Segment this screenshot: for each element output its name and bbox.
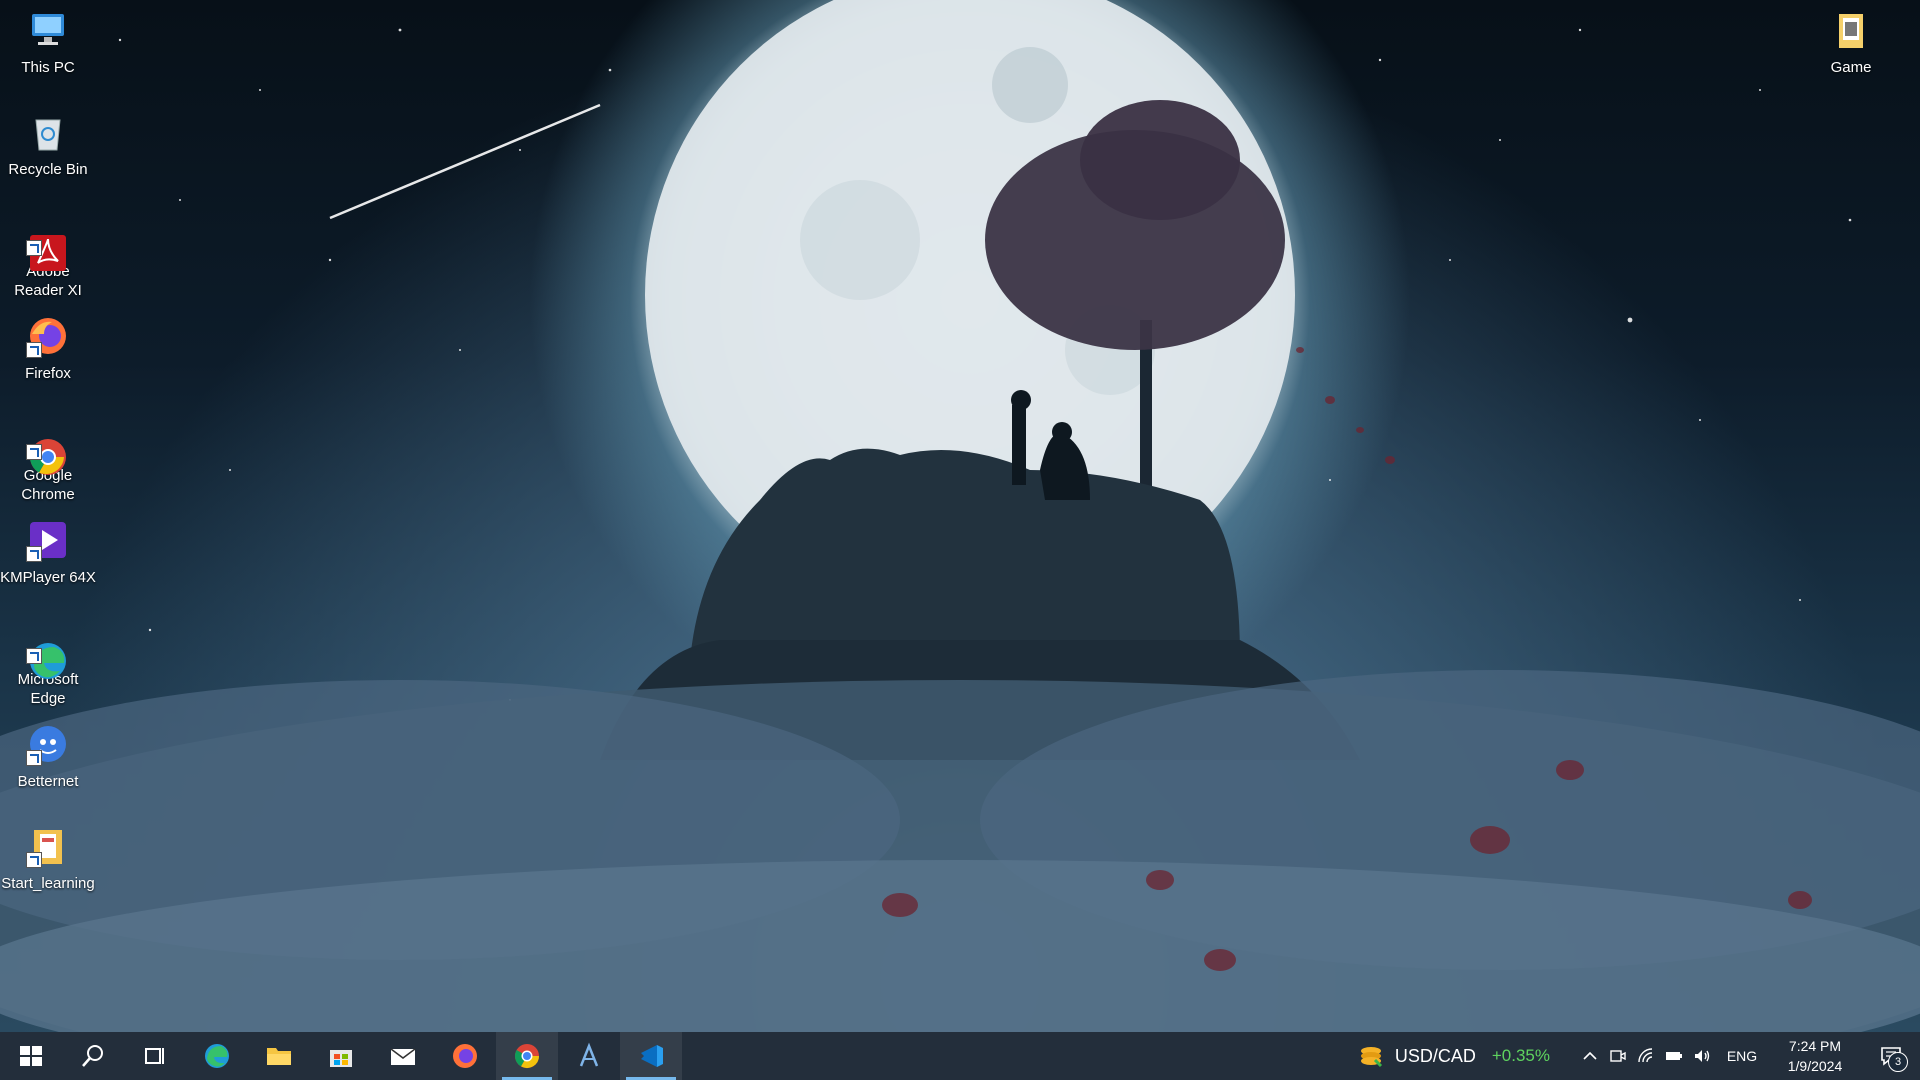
store-icon bbox=[330, 1050, 352, 1067]
desktop-icon-kmplayer[interactable]: KMPlayer 64X bbox=[0, 518, 96, 587]
taskbar-vscode[interactable] bbox=[620, 1032, 682, 1080]
mail-icon bbox=[390, 1048, 416, 1065]
clock-time: 7:24 PM bbox=[1788, 1038, 1842, 1054]
desktop-icon-google-chrome[interactable]: Google Chrome bbox=[0, 416, 96, 504]
firefox-icon bbox=[26, 314, 70, 358]
currency-widget[interactable]: USD/CAD +0.35% bbox=[1357, 1042, 1550, 1070]
task-view-icon bbox=[145, 1048, 164, 1064]
game-folder-icon bbox=[1829, 8, 1873, 52]
camera-icon bbox=[1610, 1050, 1626, 1062]
start-button[interactable] bbox=[0, 1032, 62, 1080]
computer-icon bbox=[26, 8, 70, 52]
firefox-icon bbox=[453, 1044, 477, 1068]
search-icon bbox=[82, 1045, 103, 1067]
recycle-bin-icon bbox=[26, 110, 70, 154]
icon-label: KMPlayer 64X bbox=[0, 569, 96, 586]
taskbar-file-explorer[interactable] bbox=[248, 1032, 310, 1080]
widget-change: +0.35% bbox=[1491, 1046, 1550, 1065]
icon-label: This PC bbox=[21, 59, 75, 76]
task-view-button[interactable] bbox=[124, 1032, 186, 1080]
adobe-reader-icon bbox=[26, 212, 70, 271]
taskbar-app-a[interactable] bbox=[558, 1032, 620, 1080]
icon-label: Start_learning bbox=[1, 875, 95, 892]
taskbar-edge[interactable] bbox=[186, 1032, 248, 1080]
chrome-icon bbox=[514, 1044, 539, 1069]
chrome-icon bbox=[26, 416, 70, 475]
battery-icon bbox=[1666, 1052, 1682, 1060]
icon-label: Firefox bbox=[25, 365, 71, 382]
kmplayer-icon bbox=[26, 518, 70, 562]
taskbar-chrome[interactable] bbox=[496, 1032, 558, 1080]
edge-icon bbox=[205, 1044, 229, 1068]
clock-date: 1/9/2024 bbox=[1787, 1058, 1843, 1074]
desktop-icon-adobe-reader[interactable]: Adobe Reader XI bbox=[0, 212, 96, 300]
taskbar-firefox[interactable] bbox=[434, 1032, 496, 1080]
wifi-icon bbox=[1638, 1048, 1653, 1063]
search-button[interactable] bbox=[62, 1032, 124, 1080]
widget-label: USD/CAD bbox=[1394, 1045, 1476, 1066]
taskbar-mail[interactable] bbox=[372, 1032, 434, 1080]
show-hidden-icons-button[interactable] bbox=[1576, 1032, 1604, 1080]
coins-icon bbox=[1360, 1047, 1382, 1068]
desktop-icon-betternet[interactable]: Betternet bbox=[0, 722, 96, 791]
folder-zip-icon bbox=[26, 824, 70, 868]
folder-icon bbox=[267, 1048, 291, 1065]
system-tray: USD/CAD +0.35% ENG 7:24 PM 1/9/2024 3 bbox=[1357, 1032, 1920, 1080]
icon-label: Betternet bbox=[17, 773, 79, 790]
speaker-icon bbox=[1695, 1050, 1710, 1062]
action-center-button[interactable]: 3 bbox=[1862, 1032, 1920, 1080]
desktop-icon-start-learning[interactable]: Start_learning bbox=[0, 824, 96, 893]
betternet-icon bbox=[26, 722, 70, 766]
language-label: ENG bbox=[1726, 1048, 1758, 1064]
clock[interactable]: 7:24 PM 1/9/2024 bbox=[1768, 1036, 1862, 1076]
wallpaper-art bbox=[0, 0, 1920, 1032]
tray-network[interactable] bbox=[1632, 1032, 1660, 1080]
desktop-icon-game[interactable]: Game bbox=[1803, 8, 1899, 77]
icon-label: Recycle Bin bbox=[8, 161, 88, 178]
edge-icon bbox=[26, 620, 70, 679]
windows-logo-icon bbox=[20, 1046, 42, 1066]
taskbar-microsoft-store[interactable] bbox=[310, 1032, 372, 1080]
desktop-icon-firefox[interactable]: Firefox bbox=[0, 314, 96, 383]
tray-battery[interactable] bbox=[1660, 1032, 1688, 1080]
notification-count-badge: 3 bbox=[1888, 1052, 1908, 1072]
tray-meet-now[interactable] bbox=[1604, 1032, 1632, 1080]
chevron-up-icon bbox=[1583, 1051, 1597, 1060]
desktop-wallpaper: This PC Recycle Bin Adobe Reader XI Fire… bbox=[0, 0, 1920, 1032]
taskbar: USD/CAD +0.35% ENG 7:24 PM 1/9/2024 3 bbox=[0, 1032, 1920, 1080]
desktop-icon-microsoft-edge[interactable]: Microsoft Edge bbox=[0, 620, 96, 708]
icon-label: Game bbox=[1830, 59, 1872, 76]
vscode-icon bbox=[641, 1045, 663, 1067]
a-app-icon bbox=[579, 1042, 599, 1067]
desktop-icon-this-pc[interactable]: This PC bbox=[0, 8, 96, 77]
input-language[interactable]: ENG bbox=[1716, 1032, 1768, 1080]
tray-volume[interactable] bbox=[1688, 1032, 1716, 1080]
desktop-icon-recycle-bin[interactable]: Recycle Bin bbox=[0, 110, 96, 179]
